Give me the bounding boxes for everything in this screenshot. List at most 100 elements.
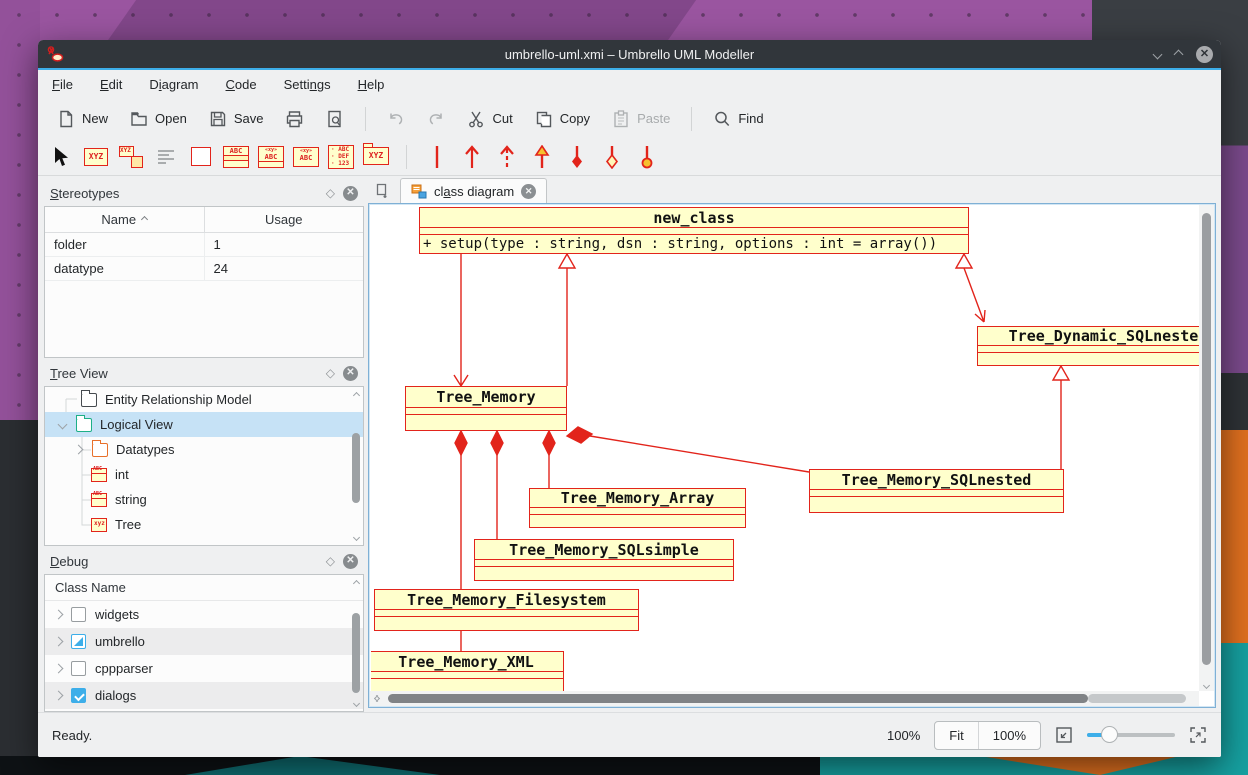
menu-file[interactable]: File [52, 77, 73, 92]
attributes-section [810, 490, 1063, 497]
debug-item-dialogs[interactable]: dialogs [45, 682, 363, 709]
debug-scrollbar[interactable] [350, 577, 362, 709]
debug-item-cppparser[interactable]: cppparser [45, 655, 363, 682]
class-diagram-icon [411, 184, 427, 199]
tab-class-diagram[interactable]: class diagram ✕ [400, 178, 547, 203]
composition-tool[interactable] [564, 144, 590, 170]
maximize-button[interactable] [1174, 49, 1184, 59]
expander-expanded-icon[interactable] [58, 420, 68, 430]
tree-item-tree[interactable]: Tree [45, 512, 363, 537]
checkbox-unchecked[interactable] [71, 607, 86, 622]
menu-edit[interactable]: Edit [100, 77, 122, 92]
menu-help[interactable]: Help [358, 77, 385, 92]
aggregation-tool[interactable] [599, 144, 625, 170]
box-tool[interactable] [188, 144, 214, 170]
undo-icon [387, 110, 405, 128]
diagram-canvas[interactable]: new_class + setup(type : string, dsn : s… [371, 205, 1199, 691]
tree-view-scrollbar[interactable] [350, 389, 362, 543]
expander-collapsed-icon[interactable] [54, 610, 64, 620]
stereotypes-panel-header[interactable]: Stereotypes ◇ ✕ [44, 180, 364, 206]
open-button[interactable]: Open [121, 105, 196, 133]
close-panel-icon[interactable]: ✕ [343, 186, 358, 201]
close-panel-icon[interactable]: ✕ [343, 554, 358, 569]
expander-collapsed-icon[interactable] [54, 664, 64, 674]
copy-button[interactable]: Copy [526, 105, 599, 133]
close-button[interactable]: ✕ [1196, 46, 1213, 63]
expander-collapsed-icon[interactable] [54, 637, 64, 647]
tree-item-string[interactable]: string [45, 487, 363, 512]
slider-handle[interactable] [1101, 726, 1118, 743]
minimize-button[interactable] [1153, 49, 1163, 59]
debug-item-widgets[interactable]: widgets [45, 601, 363, 628]
debug-panel-header[interactable]: Debug ◇ ✕ [44, 548, 364, 574]
association-tool[interactable] [424, 144, 450, 170]
class-box-tree-memory-filesystem[interactable]: Tree_Memory_Filesystem [374, 589, 639, 631]
tab-close-icon[interactable]: ✕ [521, 184, 536, 199]
selection-arrow-tool[interactable] [48, 144, 74, 170]
note-anchor-tool[interactable]: XYZ [118, 144, 144, 170]
tree-view-panel-header[interactable]: Tree View ◇ ✕ [44, 360, 364, 386]
class-box-new-class[interactable]: new_class + setup(type : string, dsn : s… [419, 207, 969, 254]
dependency-tool[interactable] [494, 144, 520, 170]
class-tool[interactable]: ABC [223, 144, 249, 170]
fullscreen-icon[interactable] [1189, 726, 1207, 744]
expander-collapsed-icon[interactable] [54, 691, 64, 701]
stereotype-row[interactable]: folder 1 [45, 233, 363, 257]
datatype-tool[interactable]: «xy» ABC [293, 144, 319, 170]
print-preview-button[interactable] [317, 105, 353, 133]
composition-icon [569, 145, 585, 169]
close-panel-icon[interactable]: ✕ [343, 366, 358, 381]
align-tool[interactable] [153, 144, 179, 170]
new-button[interactable]: New [48, 105, 117, 133]
canvas-vertical-scrollbar[interactable] [1199, 205, 1214, 691]
zoom-100-button[interactable]: 100% [978, 722, 1040, 749]
align-lines-icon [156, 148, 176, 166]
checkbox-checked[interactable] [71, 688, 86, 703]
fit-button[interactable]: Fit [935, 722, 977, 749]
expander-collapsed-icon[interactable] [74, 445, 84, 455]
find-button[interactable]: Find [704, 105, 772, 133]
interface-tool[interactable]: «xy» ABC [258, 144, 284, 170]
tree-item-datatypes[interactable]: Datatypes [45, 437, 363, 462]
generalization-tool[interactable] [529, 144, 555, 170]
class-box-tree-dynamic-sqlnested[interactable]: Tree_Dynamic_SQLnested [977, 326, 1199, 366]
canvas-horizontal-scrollbar[interactable] [370, 691, 1199, 706]
stereotype-row[interactable]: datatype 24 [45, 257, 363, 281]
paste-button[interactable]: Paste [603, 105, 679, 133]
redo-button[interactable] [418, 105, 454, 133]
checkbox-partial[interactable] [71, 634, 86, 649]
package-icon: XYZ [363, 147, 389, 167]
text-tool[interactable]: XYZ [83, 144, 109, 170]
save-button[interactable]: Save [200, 105, 273, 133]
class-box-tree-memory-array[interactable]: Tree_Memory_Array [529, 488, 746, 528]
directed-association-tool[interactable] [459, 144, 485, 170]
zoom-slider[interactable] [1087, 726, 1175, 744]
debug-item-umbrello[interactable]: umbrello [45, 628, 363, 655]
float-panel-icon[interactable]: ◇ [326, 186, 335, 200]
menu-diagram[interactable]: Diagram [149, 77, 198, 92]
class-box-tree-memory[interactable]: Tree_Memory [405, 386, 567, 431]
tree-item-entity-relationship-model[interactable]: Entity Relationship Model [45, 387, 363, 412]
titlebar[interactable]: umbrello-uml.xmi – Umbrello UML Modeller… [38, 40, 1221, 68]
float-panel-icon[interactable]: ◇ [326, 366, 335, 380]
checkbox-unchecked[interactable] [71, 661, 86, 676]
association-icon [432, 145, 442, 169]
class-box-tree-memory-sqlsimple[interactable]: Tree_Memory_SQLsimple [474, 539, 734, 581]
cut-button[interactable]: Cut [458, 105, 521, 133]
print-button[interactable] [276, 105, 313, 133]
class-box-tree-memory-sqlnested[interactable]: Tree_Memory_SQLnested [809, 469, 1064, 513]
enum-tool[interactable]: · ABC· DEF· 123 [328, 144, 354, 170]
class-box-tree-memory-xml[interactable]: Tree_Memory_XML [371, 651, 564, 691]
menu-code[interactable]: Code [226, 77, 257, 92]
float-panel-icon[interactable]: ◇ [326, 554, 335, 568]
fit-window-icon[interactable] [1055, 726, 1073, 744]
package-tool[interactable]: XYZ [363, 144, 389, 170]
new-tab-button[interactable] [368, 179, 398, 203]
tree-item-int[interactable]: int [45, 462, 363, 487]
stereotypes-table-header[interactable]: Name Usage [45, 207, 363, 233]
containment-tool[interactable] [634, 144, 660, 170]
tree-item-logical-view[interactable]: Logical View [45, 412, 363, 437]
undo-button[interactable] [378, 105, 414, 133]
debug-column-header[interactable]: Class Name [45, 575, 363, 601]
menu-settings[interactable]: Settings [284, 77, 331, 92]
